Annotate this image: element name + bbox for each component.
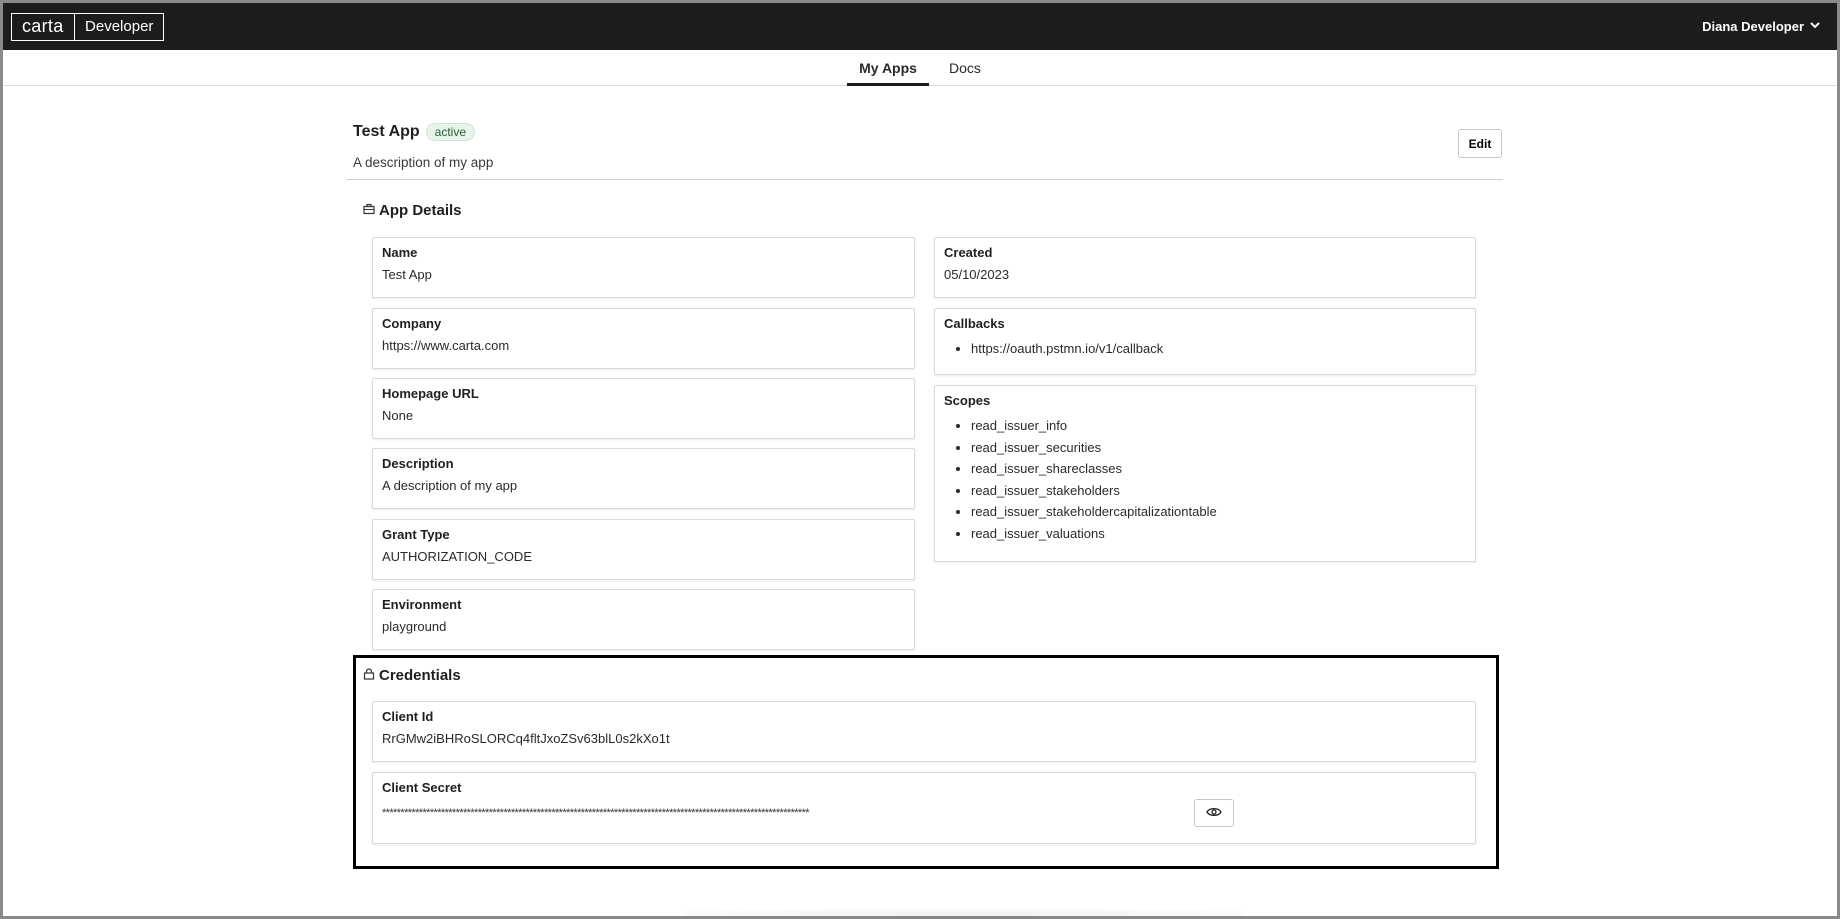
callbacks-label: Callbacks [944,316,1005,331]
environment-label: Environment [382,597,462,612]
homepage-label: Homepage URL [382,386,479,401]
list-item: read_issuer_stakeholdercapitalizationtab… [971,501,1466,523]
created-card: Created 05/10/2023 [934,237,1476,298]
grant-type-label: Grant Type [382,527,450,542]
company-card: Company https://www.carta.com [372,308,915,369]
tab-my-apps[interactable]: My Apps [843,50,933,86]
created-value: 05/10/2023 [944,267,1010,282]
name-label: Name [382,245,418,260]
company-label: Company [382,316,442,331]
scopes-card: Scopes read_issuer_info read_issuer_secu… [934,385,1476,562]
list-item: read_issuer_stakeholders [971,480,1466,502]
list-item: https://oauth.pstmn.io/v1/callback [971,338,1466,360]
client-secret-value: ****************************************… [382,807,810,819]
app-header: Test App active A description of my app [353,123,1503,170]
client-id-value[interactable]: RrGMw2iBHRoSLORCq4fltJxoZSv63blL0s2kXo1t [382,731,1466,746]
homepage-value: None [382,408,414,423]
app-description: A description of my app [353,155,494,170]
carta-developer-logo[interactable]: carta Developer [11,12,165,41]
environment-card: Environment playground [372,589,915,650]
reveal-secret-button[interactable] [1194,799,1234,827]
user-menu[interactable]: Diana Developer [1702,19,1821,34]
homepage-card: Homepage URL None [372,378,915,439]
callbacks-list: https://oauth.pstmn.io/v1/callback [944,338,1466,360]
edit-button[interactable]: Edit [1458,129,1502,158]
user-name: Diana Developer [1702,19,1804,34]
created-label: Created [944,245,993,260]
description-value: A description of my app [382,478,518,493]
nav-tabs: My Apps Docs [3,50,1837,86]
name-value: Test App [382,267,432,282]
client-secret-card: Client Secret **************************… [372,772,1476,844]
credentials-heading: Credentials [363,667,461,684]
grant-type-value: AUTHORIZATION_CODE [382,549,532,564]
scopes-list: read_issuer_info read_issuer_securities … [944,415,1466,544]
app-details-title: App Details [379,202,462,219]
chevron-down-icon [1809,19,1821,34]
list-item: read_issuer_info [971,415,1466,437]
app-title: Test App [353,123,420,140]
header-divider [346,179,1503,180]
scopes-label: Scopes [944,393,991,408]
credentials-title: Credentials [379,667,461,684]
status-badge: active [425,123,476,141]
top-bar: carta Developer Diana Developer [3,3,1837,50]
list-item: read_issuer_shareclasses [971,458,1466,480]
client-id-card: Client Id RrGMw2iBHRoSLORCq4fltJxoZSv63b… [372,701,1476,762]
client-id-label: Client Id [382,709,434,724]
tab-docs[interactable]: Docs [933,50,997,85]
bottom-shadow [683,909,1243,919]
list-item: read_issuer_valuations [971,523,1466,545]
grant-type-card: Grant Type AUTHORIZATION_CODE [372,519,915,580]
description-label: Description [382,456,454,471]
briefcase-icon [363,202,375,219]
company-value: https://www.carta.com [382,338,510,353]
callbacks-card: Callbacks https://oauth.pstmn.io/v1/call… [934,308,1476,375]
lock-icon [363,667,375,684]
logo-brand: carta [22,15,64,36]
environment-value: playground [382,619,447,634]
eye-icon [1206,806,1222,821]
client-secret-label: Client Secret [382,780,462,795]
name-card: Name Test App [372,237,915,298]
description-card: Description A description of my app [372,448,915,509]
app-details-heading: App Details [363,202,462,219]
app-window: carta Developer Diana Developer My Apps … [0,0,1840,919]
list-item: read_issuer_securities [971,437,1466,459]
logo-product: Developer [85,17,154,35]
